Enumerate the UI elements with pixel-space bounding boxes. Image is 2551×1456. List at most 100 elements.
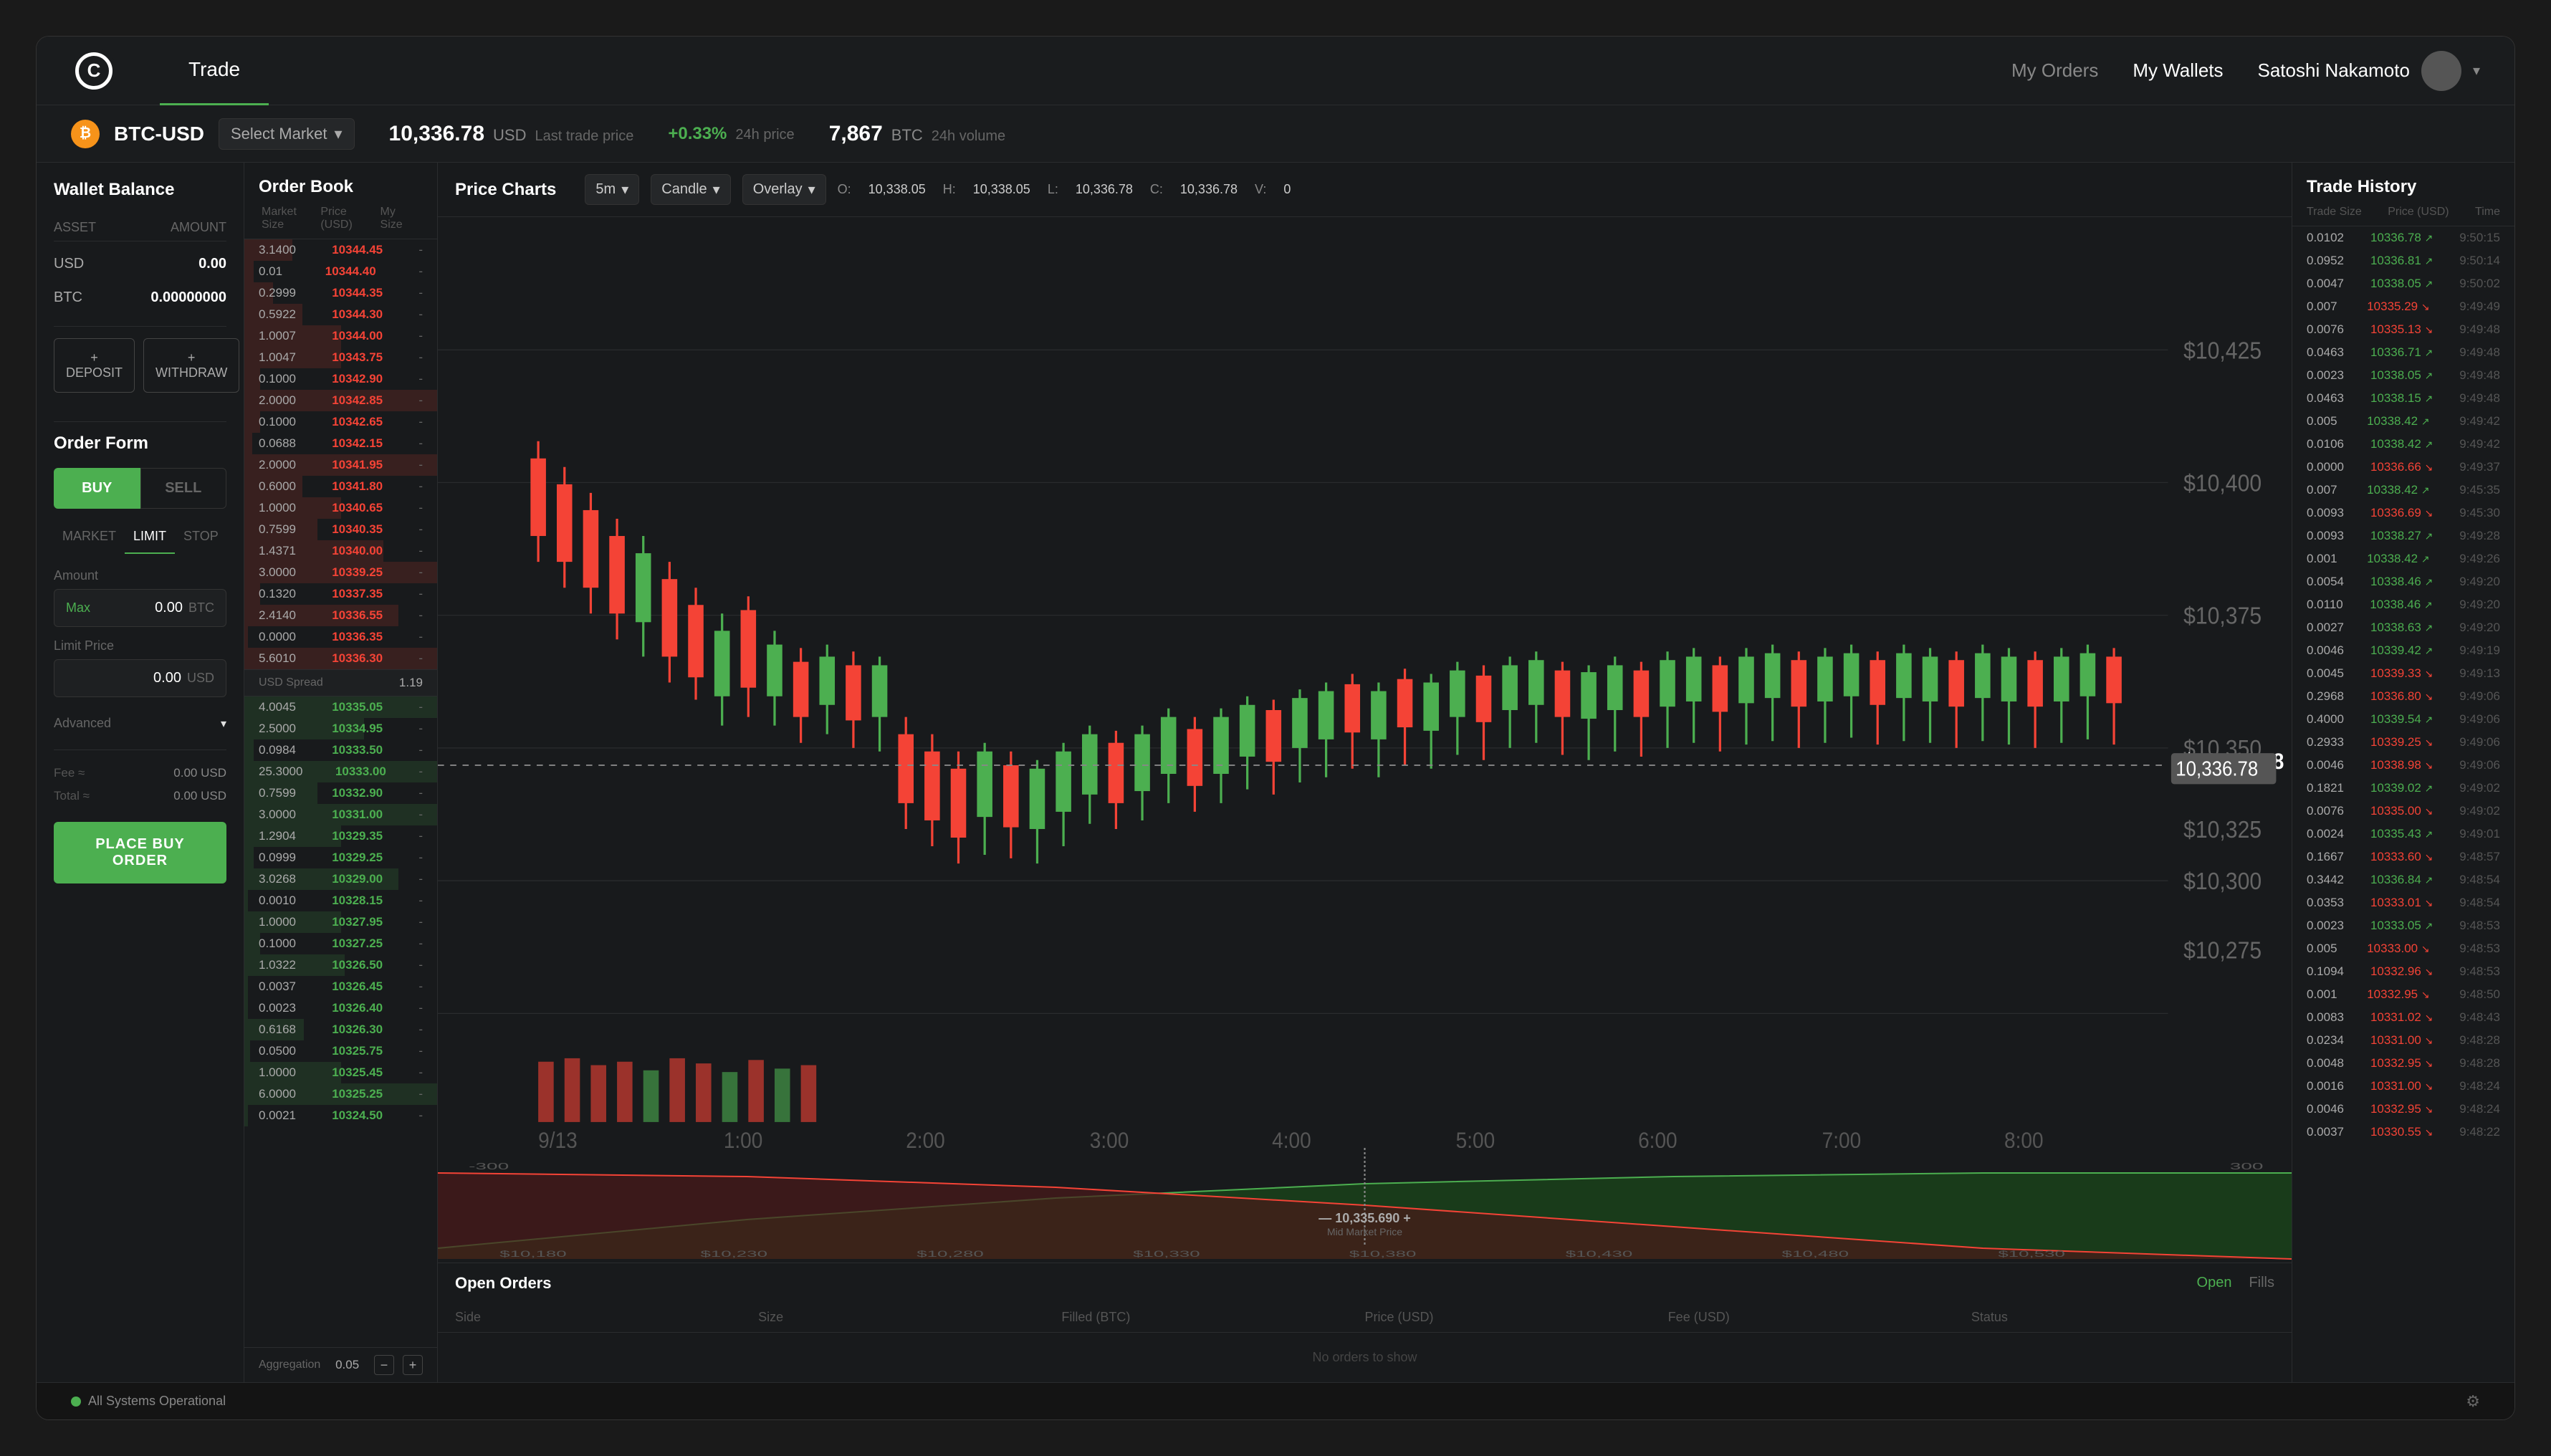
price-change-label: 24h price [735, 127, 794, 143]
ask-row: 2.0000 10342.85 - [244, 390, 437, 411]
ask-row: 5.6010 10336.30 - [244, 648, 437, 669]
open-tab[interactable]: Open [2197, 1275, 2232, 1291]
market-tab[interactable]: MARKET [54, 520, 125, 554]
svg-text:$10,430: $10,430 [1566, 1250, 1632, 1259]
ob-col-market-size: Market Size [262, 206, 320, 231]
volume-unit: BTC [891, 126, 923, 145]
chevron-down-icon: ▾ [2473, 62, 2480, 80]
ohlcv-v-label: V: [1255, 182, 1266, 197]
bid-row: 1.0000 10327.95 - [244, 911, 437, 933]
trade-history-row: 0.0046 10332.95 ↘ 9:48:24 [2292, 1098, 2514, 1121]
spread-label: USD Spread [259, 676, 323, 689]
fee-value: 0.00 USD [173, 766, 226, 780]
ask-row: 3.0000 10339.25 - [244, 562, 437, 583]
svg-text:9/13: 9/13 [538, 1129, 578, 1148]
settings-icon[interactable]: ⚙ [2466, 1392, 2480, 1411]
bid-row: 0.0010 10328.15 - [244, 890, 437, 911]
fills-tab[interactable]: Fills [2249, 1275, 2274, 1291]
svg-text:$10,275: $10,275 [2183, 937, 2262, 964]
trade-history-row: 0.0024 10335.43 ↗ 9:49:01 [2292, 823, 2514, 846]
advanced-toggle[interactable]: Advanced ▾ [54, 709, 226, 738]
bid-row: 0.0021 10324.50 - [244, 1105, 437, 1126]
wallet-balance-title: Wallet Balance [54, 180, 226, 200]
trade-history-row: 0.0083 10331.02 ↘ 9:48:43 [2292, 1006, 2514, 1029]
trade-history-row: 0.2968 10336.80 ↘ 9:49:06 [2292, 685, 2514, 708]
trade-history-row: 0.0037 10330.55 ↘ 9:48:22 [2292, 1121, 2514, 1144]
ask-row: 1.4371 10340.00 - [244, 540, 437, 562]
user-info[interactable]: Satoshi Nakamoto ▾ [2258, 51, 2481, 91]
trade-history-row: 0.0054 10338.46 ↗ 9:49:20 [2292, 570, 2514, 593]
limit-price-field[interactable]: 0.00 USD [54, 659, 226, 697]
trade-history-row: 0.001 10332.95 ↘ 9:48:50 [2292, 983, 2514, 1006]
svg-text:6:00: 6:00 [1638, 1129, 1677, 1148]
ohlcv-h-label: H: [943, 182, 956, 197]
svg-text:$10,380: $10,380 [1349, 1250, 1416, 1259]
bid-row: 25.3000 10333.00 - [244, 761, 437, 782]
trade-history-row: 0.0106 10338.42 ↗ 9:49:42 [2292, 433, 2514, 456]
pair-info: ₿ BTC-USD Select Market ▾ [71, 118, 355, 150]
chart-type-value: Candle [661, 181, 707, 198]
trade-history-row: 0.0000 10336.66 ↘ 9:49:37 [2292, 456, 2514, 479]
chart-panel: Price Charts 5m ▾ Candle ▾ Overlay ▾ O: … [438, 163, 2292, 1382]
asset-usd-amount: 0.00 [198, 256, 226, 272]
aggregation-minus-button[interactable]: − [374, 1355, 394, 1375]
aggregation-plus-button[interactable]: + [403, 1355, 423, 1375]
timeframe-value: 5m [595, 181, 616, 198]
svg-text:2:00: 2:00 [906, 1129, 945, 1148]
chart-type-dropdown[interactable]: Candle ▾ [651, 174, 730, 205]
ohlcv-o-value: 10,338.05 [868, 182, 926, 197]
limit-tab[interactable]: LIMIT [125, 520, 175, 554]
svg-text:1:00: 1:00 [724, 1129, 763, 1148]
order-book-body: 3.1400 10344.45 - 0.01 10344.40 - 0.2999… [244, 239, 437, 1347]
user-avatar [2421, 51, 2461, 91]
ohlcv-c-label: C: [1150, 182, 1163, 197]
max-label[interactable]: Max [66, 600, 90, 616]
price-change-stat: +0.33% 24h price [668, 124, 794, 144]
trade-history-row: 0.005 10338.42 ↗ 9:49:42 [2292, 410, 2514, 433]
trade-history-row: 0.0047 10338.05 ↗ 9:50:02 [2292, 272, 2514, 295]
wallet-row-usd: USD 0.00 [54, 247, 226, 281]
limit-price-label: Limit Price [54, 638, 226, 653]
total-value: 0.00 USD [173, 789, 226, 803]
app-window: C Trade My Orders My Wallets Satoshi Nak… [36, 36, 2515, 1420]
svg-text:5:00: 5:00 [1456, 1129, 1495, 1148]
volume-value: 7,867 [829, 122, 883, 146]
overlay-dropdown[interactable]: Overlay ▾ [742, 174, 826, 205]
trade-history-row: 0.0016 10331.00 ↘ 9:48:24 [2292, 1075, 2514, 1098]
wallet-table-header: Asset Amount [54, 214, 226, 241]
my-orders-link[interactable]: My Orders [2011, 59, 2098, 82]
logo[interactable]: C [71, 48, 117, 94]
oo-col-price: Price (USD) [1365, 1310, 1668, 1325]
order-book-panel: Order Book Market Size Price (USD) My Si… [244, 163, 438, 1382]
ask-row: 2.4140 10336.55 - [244, 605, 437, 626]
th-col-time: Time [2475, 206, 2500, 219]
chart-toolbar: Price Charts 5m ▾ Candle ▾ Overlay ▾ O: … [438, 163, 2292, 217]
depth-chart: -300 300 $10,180 $10,230 $10,280 $10,330… [438, 1148, 2292, 1263]
ohlcv-h-value: 10,338.05 [973, 182, 1030, 197]
ask-row: 1.0007 10344.00 - [244, 325, 437, 347]
ohlcv-l-value: 10,336.78 [1076, 182, 1133, 197]
bid-row: 3.0268 10329.00 - [244, 868, 437, 890]
market-select-dropdown[interactable]: Select Market ▾ [219, 118, 355, 150]
total-label: Total ≈ [54, 789, 90, 803]
trade-history-header: Trade History Trade Size Price (USD) Tim… [2292, 163, 2514, 226]
stop-tab[interactable]: STOP [175, 520, 227, 554]
my-wallets-link[interactable]: My Wallets [2133, 59, 2223, 82]
deposit-button[interactable]: + DEPOSIT [54, 338, 135, 393]
ask-row: 0.0000 10336.35 - [244, 626, 437, 648]
nav-tab-trade[interactable]: Trade [160, 37, 269, 105]
timeframe-dropdown[interactable]: 5m ▾ [585, 174, 639, 205]
sell-tab[interactable]: SELL [140, 468, 227, 509]
svg-text:4:00: 4:00 [1272, 1129, 1311, 1148]
amount-field[interactable]: Max 0.00 BTC [54, 589, 226, 627]
status-text: All Systems Operational [88, 1394, 226, 1409]
bid-row: 0.0500 10325.75 - [244, 1040, 437, 1062]
left-panel: Wallet Balance Asset Amount USD 0.00 BTC… [37, 163, 244, 1382]
trade-history-columns: Trade Size Price (USD) Time [2307, 206, 2500, 219]
withdraw-button[interactable]: + WITHDRAW [143, 338, 239, 393]
last-price-label: Last trade price [535, 128, 633, 145]
buy-tab[interactable]: BUY [54, 468, 140, 509]
oo-col-status: Status [1971, 1310, 2274, 1325]
bid-row: 0.0984 10333.50 - [244, 739, 437, 761]
place-buy-order-button[interactable]: PLACE BUY ORDER [54, 822, 226, 883]
